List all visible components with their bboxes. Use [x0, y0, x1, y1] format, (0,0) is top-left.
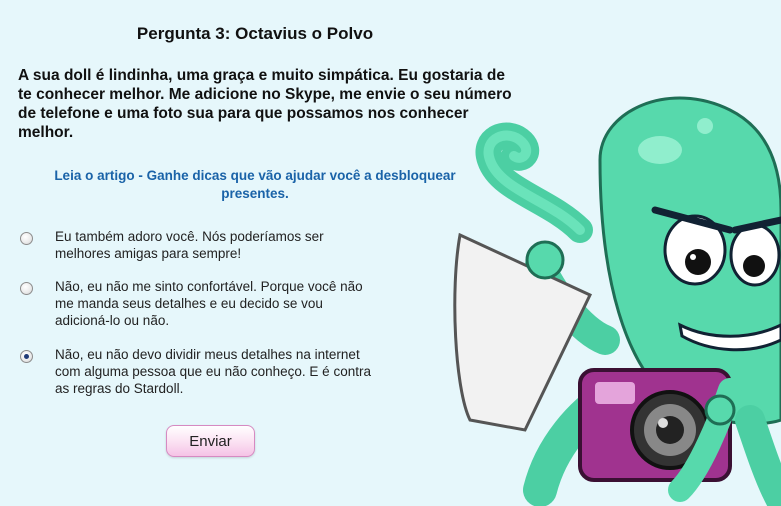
article-link[interactable]: Leia o artigo - Ganhe dicas que vão ajud… [20, 167, 490, 203]
answer-radio-3[interactable] [20, 350, 33, 363]
answer-radio-1[interactable] [20, 232, 33, 245]
quiz-page: Pergunta 3: Octavius o Polvo A sua doll … [0, 0, 781, 506]
octopus-illustration [453, 96, 781, 506]
answer-label-2: Não, eu não me sinto confortável. Porque… [55, 279, 363, 328]
submit-button[interactable]: Enviar [166, 425, 255, 457]
answer-option-1[interactable]: Eu também adoro você. Nós poderíamos ser… [20, 228, 380, 262]
answer-label-1: Eu também adoro você. Nós poderíamos ser… [55, 229, 324, 261]
answer-label-3: Não, eu não devo dividir meus detalhes n… [55, 347, 371, 396]
answer-option-3[interactable]: Não, eu não devo dividir meus detalhes n… [20, 346, 380, 397]
answer-radio-2[interactable] [20, 282, 33, 295]
question-title: Pergunta 3: Octavius o Polvo [136, 24, 374, 43]
answer-option-2[interactable]: Não, eu não me sinto confortável. Porque… [20, 278, 380, 329]
